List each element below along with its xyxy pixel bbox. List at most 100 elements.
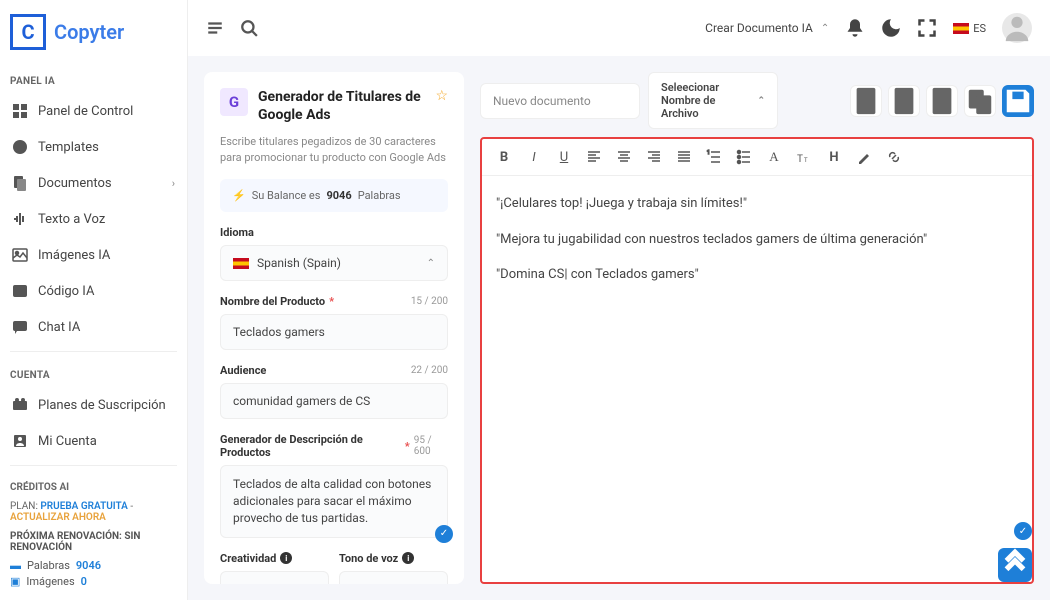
- chevron-down-icon: ⌄: [427, 583, 435, 584]
- bullet-list-button[interactable]: [736, 149, 752, 165]
- lang-select[interactable]: Spanish (Spain) ⌃: [220, 245, 448, 281]
- logo[interactable]: C Copyter: [0, 0, 187, 64]
- doc-name-input[interactable]: Nuevo documento: [480, 83, 640, 119]
- char-count: 95 / 600: [414, 435, 448, 457]
- info-icon[interactable]: i: [280, 552, 292, 564]
- flag-es-icon: [233, 258, 249, 269]
- align-justify-button[interactable]: [676, 149, 692, 165]
- ordered-list-button[interactable]: 1: [706, 149, 722, 165]
- info-icon[interactable]: i: [402, 552, 414, 564]
- align-center-button[interactable]: [616, 149, 632, 165]
- svg-text:T: T: [797, 154, 803, 165]
- output-line: "¡Celulares top! ¡Juega y trabaja sin lí…: [496, 194, 1018, 214]
- color-button[interactable]: [856, 149, 872, 165]
- audience-label: Audience 22 / 200: [220, 364, 448, 377]
- heading-button[interactable]: H: [826, 149, 842, 165]
- renew-line: PRÓXIMA RENOVACIÓN: SIN RENOVACIÓN: [10, 531, 177, 553]
- font-family-button[interactable]: A: [766, 149, 782, 165]
- product-input[interactable]: Teclados gamers: [220, 314, 448, 350]
- favorite-star-icon[interactable]: ☆: [435, 88, 448, 104]
- save-button[interactable]: [1002, 85, 1034, 117]
- content: G Generador de Titulares de Google Ads ☆…: [188, 56, 1050, 600]
- sidebar-item-label: Imágenes IA: [38, 248, 110, 263]
- editor-toolbar: B I U 1 A TT H: [482, 139, 1032, 176]
- sidebar-item-label: Documentos: [38, 176, 112, 191]
- editor-panel: Nuevo documento Seleecionar Nombre de Ar…: [480, 72, 1034, 584]
- file-name-select[interactable]: Seleecionar Nombre de Archivo ⌃: [648, 72, 778, 129]
- sidebar-item-codigo[interactable]: Código IA: [0, 273, 187, 309]
- create-doc-dropdown[interactable]: Crear Documento IA ⌃: [705, 21, 829, 35]
- sidebar-item-label: Texto a Voz: [38, 212, 105, 227]
- product-label: Nombre del Producto* 15 / 200: [220, 295, 448, 308]
- generator-panel: G Generador de Titulares de Google Ads ☆…: [204, 72, 464, 584]
- sidebar-item-templates[interactable]: Templates: [0, 129, 187, 165]
- export-word-button[interactable]: [850, 85, 882, 117]
- flag-es-icon: [953, 23, 969, 34]
- align-right-button[interactable]: [646, 149, 662, 165]
- chevron-up-icon: ⌃: [821, 23, 829, 34]
- editor-body[interactable]: "¡Celulares top! ¡Juega y trabaja sin lí…: [482, 176, 1032, 582]
- char-count: 15 / 200: [411, 296, 448, 307]
- copy-button[interactable]: [964, 85, 996, 117]
- logo-text: Copyter: [54, 20, 124, 44]
- status-check-icon: ✓: [1014, 522, 1032, 540]
- chevron-up-icon: ⌃: [757, 96, 765, 106]
- sidebar-item-label: Código IA: [38, 284, 94, 299]
- bold-button[interactable]: B: [496, 149, 512, 165]
- plan-name: PRUEBA GRATUITA: [40, 501, 128, 512]
- sidebar-item-label: Planes de Suscripción: [38, 398, 166, 413]
- font-size-button[interactable]: TT: [796, 149, 812, 165]
- chevron-down-icon: ⌄: [308, 583, 316, 584]
- fab-group: ✓: [998, 522, 1032, 582]
- sidebar-item-panel[interactable]: Panel de Control: [0, 93, 187, 129]
- ai-icon: [12, 139, 28, 155]
- svg-text:1: 1: [707, 150, 710, 156]
- sidebar-item-chat[interactable]: Chat IA: [0, 309, 187, 345]
- sidebar-item-imagenes[interactable]: Imágenes IA: [0, 237, 187, 273]
- align-left-button[interactable]: [586, 149, 602, 165]
- sidebar-item-documentos[interactable]: Documentos ›: [0, 165, 187, 201]
- sidebar-item-texto-voz[interactable]: Texto a Voz: [0, 201, 187, 237]
- export-pdf-button[interactable]: [926, 85, 958, 117]
- char-count: 22 / 200: [411, 365, 448, 376]
- svg-text:T: T: [804, 157, 808, 164]
- output-line: "Mejora tu jugabilidad con nuestros tecl…: [496, 230, 1018, 250]
- divider: [10, 351, 177, 352]
- italic-button[interactable]: I: [526, 149, 542, 165]
- menu-toggle[interactable]: [206, 19, 224, 37]
- fullscreen-icon[interactable]: [917, 18, 937, 38]
- docs-icon: [12, 175, 28, 191]
- sidebar-item-planes[interactable]: Planes de Suscripción: [0, 387, 187, 423]
- chat-icon: [12, 319, 28, 335]
- tone-label: Tono de voz i: [339, 552, 448, 565]
- section-panel-ia: PANEL IA: [0, 64, 187, 93]
- language-selector[interactable]: ES: [953, 22, 986, 35]
- link-button[interactable]: [886, 149, 902, 165]
- credit-words: ▬ Palabras 9046: [10, 559, 177, 572]
- notifications-icon[interactable]: [845, 18, 865, 38]
- sidebar: C Copyter PANEL IA Panel de Control Temp…: [0, 0, 188, 600]
- divider: [10, 465, 177, 466]
- scroll-top-button[interactable]: [998, 548, 1032, 582]
- avatar[interactable]: [1002, 13, 1032, 43]
- doc-header: Nuevo documento Seleecionar Nombre de Ar…: [480, 72, 1034, 129]
- creativity-select[interactable]: Media ⌄: [220, 571, 329, 584]
- audience-input[interactable]: comunidad gamers de CS: [220, 383, 448, 419]
- words-icon: ▬: [10, 559, 21, 572]
- images-icon: ▣: [10, 575, 20, 588]
- dark-mode-icon[interactable]: [881, 18, 901, 38]
- sidebar-item-micuenta[interactable]: Mi Cuenta: [0, 423, 187, 459]
- google-icon: G: [220, 88, 248, 116]
- credits-title: CRÉDITOS AI: [10, 482, 177, 493]
- descgen-textarea[interactable]: Teclados de alta calidad con botones adi…: [220, 465, 448, 537]
- tone-select[interactable]: Casual ⌄: [339, 571, 448, 584]
- logo-mark: C: [10, 14, 46, 50]
- code-icon: [12, 283, 28, 299]
- output-line: "Domina CS| con Teclados gamers": [496, 265, 1018, 285]
- export-txt-button[interactable]: [888, 85, 920, 117]
- plan-upgrade-link[interactable]: ACTUALIZAR AHORA: [10, 512, 106, 523]
- topbar: Crear Documento IA ⌃ ES: [188, 0, 1050, 56]
- search-button[interactable]: [240, 19, 258, 37]
- underline-button[interactable]: U: [556, 149, 572, 165]
- main: Crear Documento IA ⌃ ES G Generador de T…: [188, 0, 1050, 600]
